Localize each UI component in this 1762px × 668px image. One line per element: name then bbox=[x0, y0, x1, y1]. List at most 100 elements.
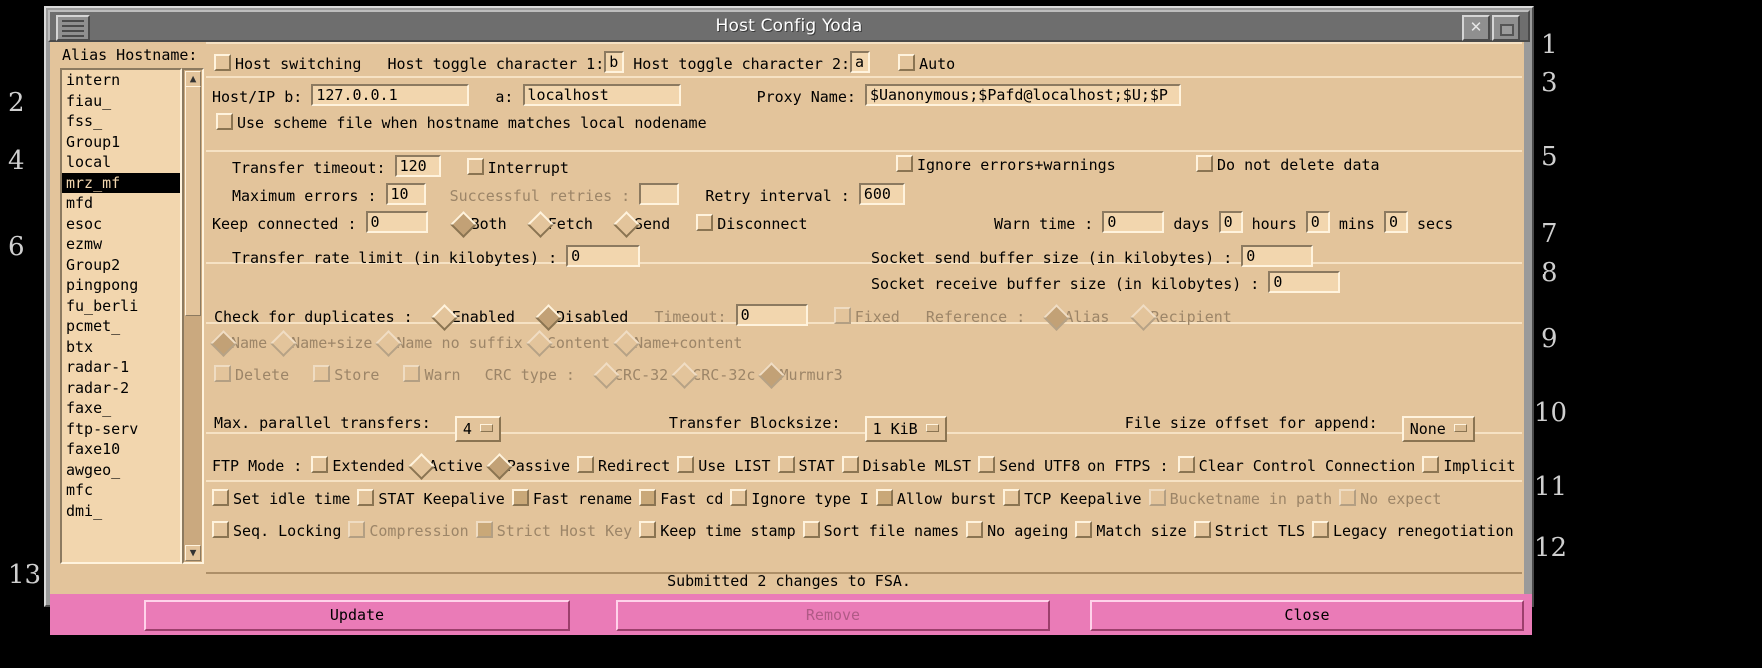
ftp-active-radio[interactable] bbox=[407, 453, 435, 480]
keep-connected-fetch-radio[interactable] bbox=[526, 211, 554, 238]
do-not-delete-checkbox[interactable] bbox=[1196, 155, 1213, 172]
file-size-offset-dropdown[interactable]: None bbox=[1401, 416, 1475, 442]
ftp-stat-checkbox[interactable] bbox=[777, 456, 795, 473]
dup-fixed-checkbox[interactable] bbox=[833, 307, 851, 324]
opt-allow-burst-checkbox[interactable] bbox=[875, 489, 893, 506]
opt-tcp-keepalive-checkbox[interactable] bbox=[1003, 489, 1021, 506]
alias-list-item[interactable]: mrz_mf bbox=[62, 172, 180, 193]
opt-stat-keepalive-checkbox[interactable] bbox=[357, 489, 375, 506]
proxy-name-input[interactable]: $Uanonymous;$Pafd@localhost;$U;$P bbox=[864, 84, 1181, 106]
alias-list-item[interactable]: pcmet_ bbox=[62, 316, 180, 337]
opt-set-idle-time-checkbox[interactable] bbox=[212, 489, 229, 506]
warn-time-days-input[interactable]: 0 bbox=[1102, 211, 1165, 233]
alias-list-item[interactable]: awgeo_ bbox=[62, 460, 180, 481]
ftp-passive-radio[interactable] bbox=[485, 453, 513, 480]
alias-list-item[interactable]: mfc bbox=[62, 480, 180, 501]
hostip-b-input[interactable]: 127.0.0.1 bbox=[311, 84, 470, 106]
opt-legacy-renegotiation-checkbox[interactable] bbox=[1312, 521, 1330, 538]
update-button[interactable]: Update bbox=[144, 600, 570, 631]
close-icon[interactable]: ✕ bbox=[1462, 15, 1490, 41]
opt-keep-time-stamp-checkbox[interactable] bbox=[639, 521, 657, 538]
interrupt-checkbox[interactable] bbox=[466, 158, 484, 175]
ftps-clear-control-connection-checkbox[interactable] bbox=[1177, 456, 1195, 473]
alias-list-item[interactable]: btx bbox=[62, 337, 180, 358]
scroll-down-icon[interactable]: ▼ bbox=[185, 545, 201, 561]
maximize-icon[interactable] bbox=[1492, 15, 1520, 41]
opt-sort-file-names-checkbox[interactable] bbox=[802, 521, 820, 538]
auto-checkbox[interactable] bbox=[898, 54, 916, 71]
toggle-char-2-input[interactable]: a bbox=[850, 51, 871, 73]
disconnect-checkbox[interactable] bbox=[696, 214, 714, 231]
warn-time-mins-input[interactable]: 0 bbox=[1305, 211, 1330, 233]
alias-list-item[interactable]: faxe10 bbox=[62, 439, 180, 460]
opt-match-size-checkbox[interactable] bbox=[1075, 521, 1093, 538]
dup-disabled-radio[interactable] bbox=[535, 304, 562, 331]
opt-no-ageing-checkbox[interactable] bbox=[966, 521, 984, 538]
alias-list-item[interactable]: ezmw bbox=[62, 234, 180, 255]
ftp-extended-checkbox[interactable] bbox=[311, 456, 329, 473]
alias-list-item[interactable]: pingpong bbox=[62, 275, 180, 296]
transfer-rate-limit-input[interactable]: 0 bbox=[566, 245, 641, 267]
toggle-char-1-input[interactable]: b bbox=[604, 51, 625, 73]
opt-fast-cd-checkbox[interactable] bbox=[639, 489, 657, 506]
remove-button[interactable]: Remove bbox=[616, 600, 1050, 631]
scroll-up-icon[interactable]: ▲ bbox=[185, 71, 201, 87]
dup-mode-name-radio[interactable] bbox=[210, 330, 237, 357]
crc-murmur3-radio[interactable] bbox=[758, 362, 786, 389]
ftp-redirect-checkbox[interactable] bbox=[577, 456, 594, 473]
alias-list-item[interactable]: radar-1 bbox=[62, 357, 180, 378]
alias-list-scrollbar[interactable]: ▲ ▼ bbox=[182, 68, 204, 564]
dup-mode-content-radio[interactable] bbox=[525, 330, 553, 357]
opt-compression-checkbox[interactable] bbox=[348, 521, 366, 538]
warn-time-hours-input[interactable]: 0 bbox=[1218, 211, 1243, 233]
dup-mode-name-no-suffix-radio[interactable] bbox=[375, 330, 403, 357]
opt-fast-rename-checkbox[interactable] bbox=[511, 489, 529, 506]
alias-list-item[interactable]: intern bbox=[62, 70, 180, 91]
dup-store-checkbox[interactable] bbox=[313, 365, 331, 382]
successful-retries-input[interactable] bbox=[639, 183, 680, 205]
retry-interval-input[interactable]: 600 bbox=[858, 183, 905, 205]
hostip-a-input[interactable]: localhost bbox=[522, 84, 681, 106]
crc-crc-32-radio[interactable] bbox=[593, 362, 620, 389]
opt-no-expect-checkbox[interactable] bbox=[1339, 489, 1357, 506]
warn-time-secs-input[interactable]: 0 bbox=[1383, 211, 1408, 233]
keep-connected-both-radio[interactable] bbox=[449, 211, 477, 238]
max-parallel-dropdown[interactable]: 4 bbox=[454, 416, 501, 442]
alias-list-item[interactable]: fu_berli bbox=[62, 296, 180, 317]
keep-connected-send-radio[interactable] bbox=[613, 211, 640, 238]
window-title-bar[interactable]: Host Config Yoda ✕ bbox=[48, 10, 1530, 42]
dup-delete-checkbox[interactable] bbox=[214, 365, 231, 382]
dup-enabled-radio[interactable] bbox=[430, 304, 458, 331]
opt-strict-tls-checkbox[interactable] bbox=[1193, 521, 1211, 538]
host-switching-checkbox[interactable] bbox=[214, 54, 231, 71]
opt-seq-locking-checkbox[interactable] bbox=[212, 521, 229, 538]
ftp-send-utf8-checkbox[interactable] bbox=[978, 456, 995, 473]
dup-reference-alias-radio[interactable] bbox=[1043, 304, 1071, 331]
dup-reference-recipient-radio[interactable] bbox=[1129, 304, 1157, 331]
ignore-errors-checkbox[interactable] bbox=[896, 155, 913, 172]
alias-list-item[interactable]: Group2 bbox=[62, 255, 180, 276]
dup-timeout-input[interactable]: 0 bbox=[735, 304, 808, 326]
dup-mode-name-size-radio[interactable] bbox=[270, 330, 298, 357]
close-button[interactable]: Close bbox=[1090, 600, 1524, 631]
dup-warn-checkbox[interactable] bbox=[403, 365, 421, 382]
max-errors-input[interactable]: 10 bbox=[385, 183, 426, 205]
ftps-implicit-checkbox[interactable] bbox=[1422, 456, 1440, 473]
blocksize-dropdown[interactable]: 1 KiB bbox=[864, 416, 947, 442]
crc-crc-32c-radio[interactable] bbox=[671, 362, 699, 389]
alias-list-item[interactable]: local bbox=[62, 152, 180, 173]
alias-hostname-list[interactable]: intern fiau_ fss_ Group1 local mrz_mf mfd esoc e… bbox=[60, 68, 182, 564]
opt-bucketname-in-path-checkbox[interactable] bbox=[1148, 489, 1166, 506]
opt-ignore-type-i-checkbox[interactable] bbox=[730, 489, 748, 506]
dup-mode-name-content-radio[interactable] bbox=[613, 330, 640, 357]
alias-list-item[interactable]: esoc bbox=[62, 214, 180, 235]
alias-list-item[interactable]: fss_ bbox=[62, 111, 180, 132]
opt-strict-host-key-checkbox[interactable] bbox=[475, 521, 493, 538]
alias-list-item[interactable]: dmi_ bbox=[62, 501, 180, 522]
alias-list-item[interactable]: fiau_ bbox=[62, 91, 180, 112]
alias-list-item[interactable]: radar-2 bbox=[62, 378, 180, 399]
keep-connected-input[interactable]: 0 bbox=[365, 211, 428, 233]
alias-list-item[interactable]: Group1 bbox=[62, 132, 180, 153]
alias-list-item[interactable]: faxe_ bbox=[62, 398, 180, 419]
socket-send-buffer-input[interactable]: 0 bbox=[1241, 245, 1314, 267]
